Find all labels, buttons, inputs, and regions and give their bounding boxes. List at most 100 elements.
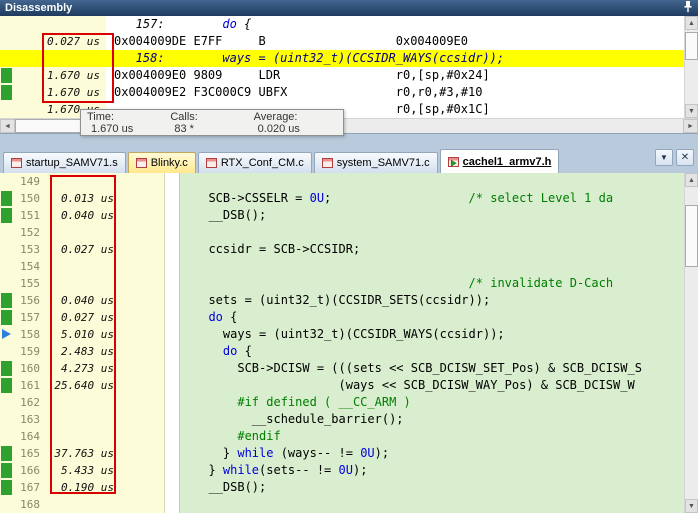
code-line[interactable]: do { (180, 309, 684, 326)
breakpoint-margin[interactable] (0, 173, 14, 190)
editor-line[interactable]: 1665.433 us } while(sets-- != 0U); (0, 462, 684, 479)
editor-line[interactable]: 1585.010 us ways = (uint32_t)(CCSIDR_WAY… (0, 326, 684, 343)
scroll-right-icon[interactable] (683, 119, 698, 133)
code-line[interactable] (180, 224, 684, 241)
editor-line[interactable]: 154 (0, 258, 684, 275)
scroll-left-icon[interactable] (0, 119, 15, 133)
editor-line[interactable]: 1530.027 us ccsidr = SCB->CCSIDR; (0, 241, 684, 258)
breakpoint-margin[interactable] (0, 258, 14, 275)
margin-strip (164, 292, 180, 309)
execution-time: 4.273 us (44, 360, 114, 377)
code-line[interactable]: } while (ways-- != 0U); (180, 445, 684, 462)
editor-line[interactable]: 16537.763 us } while (ways-- != 0U); (0, 445, 684, 462)
pin-icon[interactable] (683, 0, 693, 16)
code-line[interactable]: /* invalidate D-Cach (180, 275, 684, 292)
close-tab-icon[interactable] (676, 149, 694, 166)
disassembly-row[interactable]: 1.670 us0x004009E0 9809 LDR r0,[sp,#0x24… (0, 67, 684, 84)
code-line[interactable]: } while(sets-- != 0U); (180, 462, 684, 479)
tab-label: RTX_Conf_CM.c (221, 157, 304, 169)
execution-time: 0.027 us (14, 33, 106, 50)
disassembly-vscrollbar[interactable] (684, 16, 698, 118)
editor-line[interactable]: 163 __schedule_barrier(); (0, 411, 684, 428)
breakpoint-margin[interactable] (0, 411, 14, 428)
scroll-down-icon[interactable] (685, 104, 698, 118)
tab-startup-samv71[interactable]: startup_SAMV71.s (3, 152, 126, 173)
editor-line[interactable]: 1560.040 us sets = (uint32_t)(CCSIDR_SET… (0, 292, 684, 309)
editor-line[interactable]: 164 #endif (0, 428, 684, 445)
code-line[interactable]: SCB->DCISW = (((sets << SCB_DCISW_SET_Po… (180, 360, 684, 377)
editor-line[interactable]: 1604.273 us SCB->DCISW = (((sets << SCB_… (0, 360, 684, 377)
editor-line[interactable]: 155 /* invalidate D-Cach (0, 275, 684, 292)
scrollbar-track[interactable] (685, 187, 698, 499)
code-text: SCB->CSSELR = (194, 191, 310, 205)
breakpoint-margin[interactable] (0, 496, 14, 513)
line-number: 150 (14, 190, 44, 207)
disassembly-row[interactable]: 157: do { (0, 16, 684, 33)
editor-line[interactable]: 1500.013 us SCB->CSSELR = 0U; /* select … (0, 190, 684, 207)
execution-time (14, 50, 106, 67)
margin-strip (164, 428, 180, 445)
editor-line[interactable]: 168 (0, 496, 684, 513)
code-line[interactable]: __DSB(); (180, 479, 684, 496)
tab-system-samv71[interactable]: system_SAMV71.c (314, 152, 438, 173)
editor-line[interactable]: 152 (0, 224, 684, 241)
code-line[interactable]: SCB->CSSELR = 0U; /* select Level 1 da (180, 190, 684, 207)
breakpoint-margin[interactable] (0, 241, 14, 258)
editor-line[interactable]: 16125.640 us (ways << SCB_DCISW_WAY_Pos)… (0, 377, 684, 394)
breakpoint-margin[interactable] (0, 462, 14, 479)
code-line[interactable]: __schedule_barrier(); (180, 411, 684, 428)
breakpoint-margin[interactable] (0, 309, 14, 326)
code-line[interactable] (180, 258, 684, 275)
editor-line[interactable]: 162 #if defined ( __CC_ARM ) (0, 394, 684, 411)
editor-line[interactable]: 1510.040 us __DSB(); (0, 207, 684, 224)
code-line[interactable] (180, 496, 684, 513)
breakpoint-margin[interactable] (0, 326, 14, 343)
line-number: 160 (14, 360, 44, 377)
disassembly-row[interactable]: 1.670 us0x004009E2 F3C000C9 UBFX r0,r0,#… (0, 84, 684, 101)
disassembly-row[interactable]: 158: ways = (uint32_t)(CCSIDR_WAYS(ccsid… (0, 50, 684, 67)
breakpoint-margin[interactable] (0, 360, 14, 377)
code-line[interactable]: #endif (180, 428, 684, 445)
scrollbar-thumb[interactable] (685, 205, 698, 267)
code-line[interactable] (180, 173, 684, 190)
gutter-padding (114, 377, 164, 394)
code-line[interactable]: #if defined ( __CC_ARM ) (180, 394, 684, 411)
scroll-down-icon[interactable] (685, 499, 698, 513)
coverage-block (1, 191, 12, 206)
breakpoint-margin[interactable] (0, 377, 14, 394)
editor-line[interactable]: 1670.190 us __DSB(); (0, 479, 684, 496)
breakpoint-margin[interactable] (0, 394, 14, 411)
scrollbar-thumb[interactable] (685, 32, 698, 60)
breakpoint-margin[interactable] (0, 190, 14, 207)
editor-line[interactable]: 149 (0, 173, 684, 190)
code-line[interactable]: __DSB(); (180, 207, 684, 224)
instruction-text: 0x004009E0 9809 LDR r0,[sp,#0x24] (106, 67, 684, 84)
tab-rtx-conf-cm[interactable]: RTX_Conf_CM.c (198, 152, 312, 173)
code-line[interactable]: do { (180, 343, 684, 360)
code-line[interactable]: ccsidr = SCB->CCSIDR; (180, 241, 684, 258)
tab-cachel1-armv7[interactable]: cachel1_armv7.h (440, 149, 560, 173)
breakpoint-margin[interactable] (0, 207, 14, 224)
breakpoint-margin[interactable] (0, 275, 14, 292)
line-number: 152 (14, 224, 44, 241)
code-line[interactable]: ways = (uint32_t)(CCSIDR_WAYS(ccsidr)); (180, 326, 684, 343)
breakpoint-margin[interactable] (0, 224, 14, 241)
code-line[interactable]: (ways << SCB_DCISW_WAY_Pos) & SCB_DCISW_… (180, 377, 684, 394)
scroll-up-icon[interactable] (685, 173, 698, 187)
tab-list-dropdown-icon[interactable] (655, 149, 673, 166)
breakpoint-margin[interactable] (0, 445, 14, 462)
scrollbar-track[interactable] (685, 30, 698, 104)
scroll-up-icon[interactable] (685, 16, 698, 30)
editor-vscrollbar[interactable] (684, 173, 698, 513)
breakpoint-margin[interactable] (0, 292, 14, 309)
editor-line[interactable]: 1570.027 us do { (0, 309, 684, 326)
breakpoint-margin[interactable] (0, 343, 14, 360)
breakpoint-margin[interactable] (0, 479, 14, 496)
editor-line[interactable]: 1592.483 us do { (0, 343, 684, 360)
tab-blinky[interactable]: Blinky.c (128, 152, 196, 173)
execution-time (44, 496, 114, 513)
breakpoint-margin[interactable] (0, 428, 14, 445)
disassembly-row[interactable]: 0.027 us0x004009DE E7FF B 0x004009E0 (0, 33, 684, 50)
disassembly-titlebar[interactable]: Disassembly (0, 0, 698, 16)
code-line[interactable]: sets = (uint32_t)(CCSIDR_SETS(ccsidr)); (180, 292, 684, 309)
